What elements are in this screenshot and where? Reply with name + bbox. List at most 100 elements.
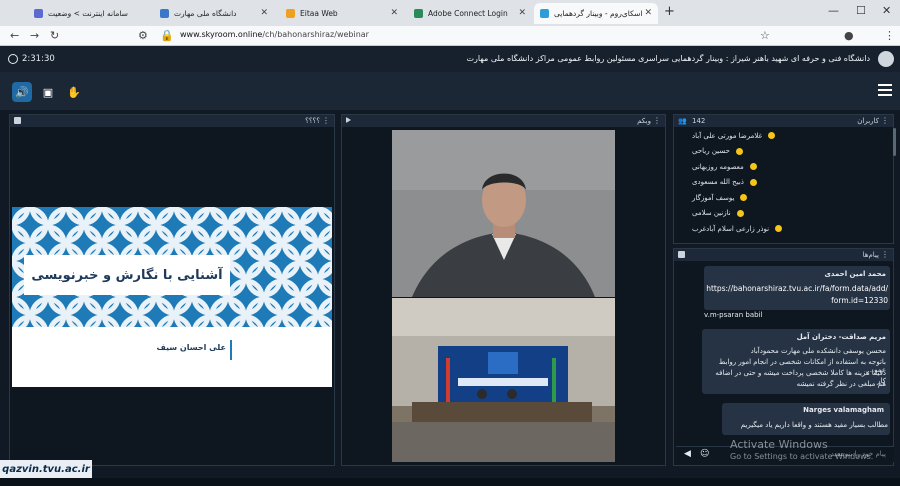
more-options-icon[interactable]: ⋮ [653, 116, 661, 125]
tab-favicon-icon [34, 9, 43, 18]
tab-label: سامانه اینترنت > وضعیت [48, 9, 128, 18]
slide-author: علی احسان سیف [156, 343, 226, 352]
profile-icon[interactable]: ● [844, 29, 854, 42]
user-icon [775, 225, 783, 233]
tab-label: دانشگاه ملی مهارت [174, 9, 237, 18]
list-item[interactable]: نازنین سلامی [692, 206, 882, 222]
close-icon[interactable]: ✕ [260, 8, 268, 18]
list-item[interactable]: غلامرضا مورتی علی آباد [692, 128, 882, 144]
user-icon [740, 194, 748, 202]
list-item[interactable]: ذبیح الله مسعودی [692, 175, 882, 191]
camera-icon [346, 117, 351, 123]
panel-title: پیام‌ها [862, 251, 879, 259]
list-item[interactable]: معصومه روزبهانی [692, 159, 882, 175]
tab-adobe-connect[interactable]: Adobe Connect Login ✕ [408, 3, 532, 24]
close-window-icon[interactable]: ✕ [882, 4, 891, 17]
maximize-icon[interactable]: ☐ [856, 4, 866, 17]
list-item[interactable]: حسین ریاحی [692, 144, 882, 160]
webcam-video-room [392, 298, 615, 462]
panel-title: کاربران [857, 117, 879, 125]
minimize-icon[interactable]: — [828, 4, 839, 17]
browser-menu-icon[interactable]: ⋮ [884, 29, 895, 42]
user-name: ذبیح الله مسعودی [692, 178, 744, 187]
close-icon[interactable]: ✕ [518, 8, 526, 18]
panel-title: ؟؟؟؟ [305, 117, 320, 125]
taskbar [0, 478, 900, 486]
room-video-frame [392, 298, 615, 462]
close-icon[interactable]: ✕ [390, 8, 398, 18]
panel-header: پیام‌ها ⋮ [674, 249, 893, 261]
close-icon[interactable]: ✕ [644, 8, 652, 18]
user-icon [735, 147, 743, 155]
chat-sender: مریم صداقت- دختران آمل [796, 333, 886, 341]
user-name: یوسف آموزگار [692, 193, 735, 202]
chat-sender: محمد امین احمدی [824, 270, 886, 278]
more-options-icon[interactable]: ⋮ [881, 116, 889, 125]
hamburger-menu-icon[interactable] [878, 84, 892, 96]
list-item[interactable]: یوسف آموزگار [692, 190, 882, 206]
room-toolbar: 🔊 ▣ ✋ [0, 72, 900, 110]
watermark-line2: Go to Settings to activate Windows. [730, 452, 874, 461]
tab-internet-status[interactable]: سامانه اینترنت > وضعیت [28, 3, 152, 24]
reload-icon[interactable]: ↻ [50, 29, 59, 42]
send-icon[interactable]: ◀ [684, 449, 691, 459]
tab-skyroom-webinar[interactable]: اسکای‌روم - وبینار گردهمایی ✕ [534, 3, 658, 24]
chat-link[interactable]: https://bahonarshiraz.tvu.ac.ir/fa/form.… [704, 284, 888, 293]
speaker-icon[interactable]: 🔊 [12, 82, 32, 102]
document-icon[interactable]: ▣ [38, 82, 58, 102]
site-info-icon[interactable]: ⚙ [138, 29, 148, 42]
users-icon: 👥 [678, 117, 687, 125]
user-icon [749, 163, 757, 171]
emoji-icon[interactable]: ☺ [700, 449, 709, 459]
panel-title: وبکم [637, 117, 651, 125]
room-title: دانشگاه فنی و حرفه ای شهید باهنر شیراز :… [466, 54, 870, 63]
chat-text: v.m-psaran babil [704, 311, 763, 319]
url-field[interactable]: www.skyroom.online/ch/bahonarshiraz/webi… [180, 30, 369, 39]
browser-tab-bar: سامانه اینترنت > وضعیت دانشگاه ملی مهارت… [0, 0, 900, 26]
tab-maharat-university[interactable]: دانشگاه ملی مهارت ✕ [154, 3, 274, 24]
panel-header: 👥 142 کاربران ⋮ [674, 115, 893, 127]
activate-windows-watermark: Activate Windows Go to Settings to activ… [730, 438, 873, 461]
back-icon[interactable]: ← [10, 29, 19, 42]
new-tab-button[interactable]: + [664, 4, 675, 19]
user-icon [768, 132, 776, 140]
session-timer: 2:31:30 [8, 54, 55, 64]
list-item[interactable]: نوذر زارعی اسلام آبادغرب [692, 221, 882, 237]
clock-icon [8, 54, 18, 64]
watermark-line1: Activate Windows [730, 438, 828, 451]
site-logo: qazvin.tvu.ac.ir [0, 460, 92, 478]
timer-value: 2:31:30 [22, 54, 55, 64]
url-host: www.skyroom.online [180, 30, 263, 39]
chat-link[interactable]: form.id=12330 [704, 296, 888, 305]
raise-hand-icon[interactable]: ✋ [64, 82, 84, 102]
user-name: نازنین سلامی [692, 209, 731, 218]
tab-label: Adobe Connect Login [428, 9, 508, 18]
room-header: 2:31:30 دانشگاه فنی و حرفه ای شهید باهنر… [0, 46, 900, 72]
users-scrollbar[interactable] [893, 128, 896, 156]
chat-text: محسن یوسفی دانشکده ملی مهارت محمودآباد [750, 347, 886, 355]
url-path: /ch/bahonarshiraz/webinar [262, 30, 369, 39]
chat-text: هم مبلغی در نظر گرفته نمیشه [796, 380, 886, 388]
bookmark-star-icon[interactable]: ☆ [760, 29, 770, 42]
address-bar: ← → ↻ ⚙ 🔒 www.skyroom.online/ch/bahonars… [0, 26, 900, 46]
user-icon [749, 178, 757, 186]
chat-text: مطالب بسیار مفید هستند و واقعا داریم یاد… [740, 421, 888, 429]
users-list: غلامرضا مورتی علی آباد حسین ریاحی معصومه… [692, 128, 882, 237]
users-count: 142 [692, 117, 706, 125]
webcam-video-speaker [392, 130, 615, 297]
tab-favicon-icon [160, 9, 169, 18]
avatar[interactable] [878, 51, 894, 67]
more-options-icon[interactable]: ⋮ [881, 250, 889, 259]
forward-icon[interactable]: → [30, 29, 39, 42]
tab-label: اسکای‌روم - وبینار گردهمایی [554, 9, 643, 18]
presentation-slide: آشنایی با نگارش و خبرنویسی علی احسان سیف [12, 207, 332, 387]
tab-eitaa-web[interactable]: Eitaa Web ✕ [280, 3, 404, 24]
chat-icon [678, 251, 685, 258]
user-name: حسین ریاحی [692, 147, 730, 156]
lock-icon: 🔒 [160, 29, 174, 42]
user-name: نوذر زارعی اسلام آبادغرب [692, 224, 770, 233]
more-options-icon[interactable]: ⋮ [322, 116, 330, 125]
slide-title: آشنایی با نگارش و خبرنویسی [24, 255, 230, 295]
user-name: غلامرضا مورتی علی آباد [692, 131, 763, 140]
user-icon [736, 209, 744, 217]
